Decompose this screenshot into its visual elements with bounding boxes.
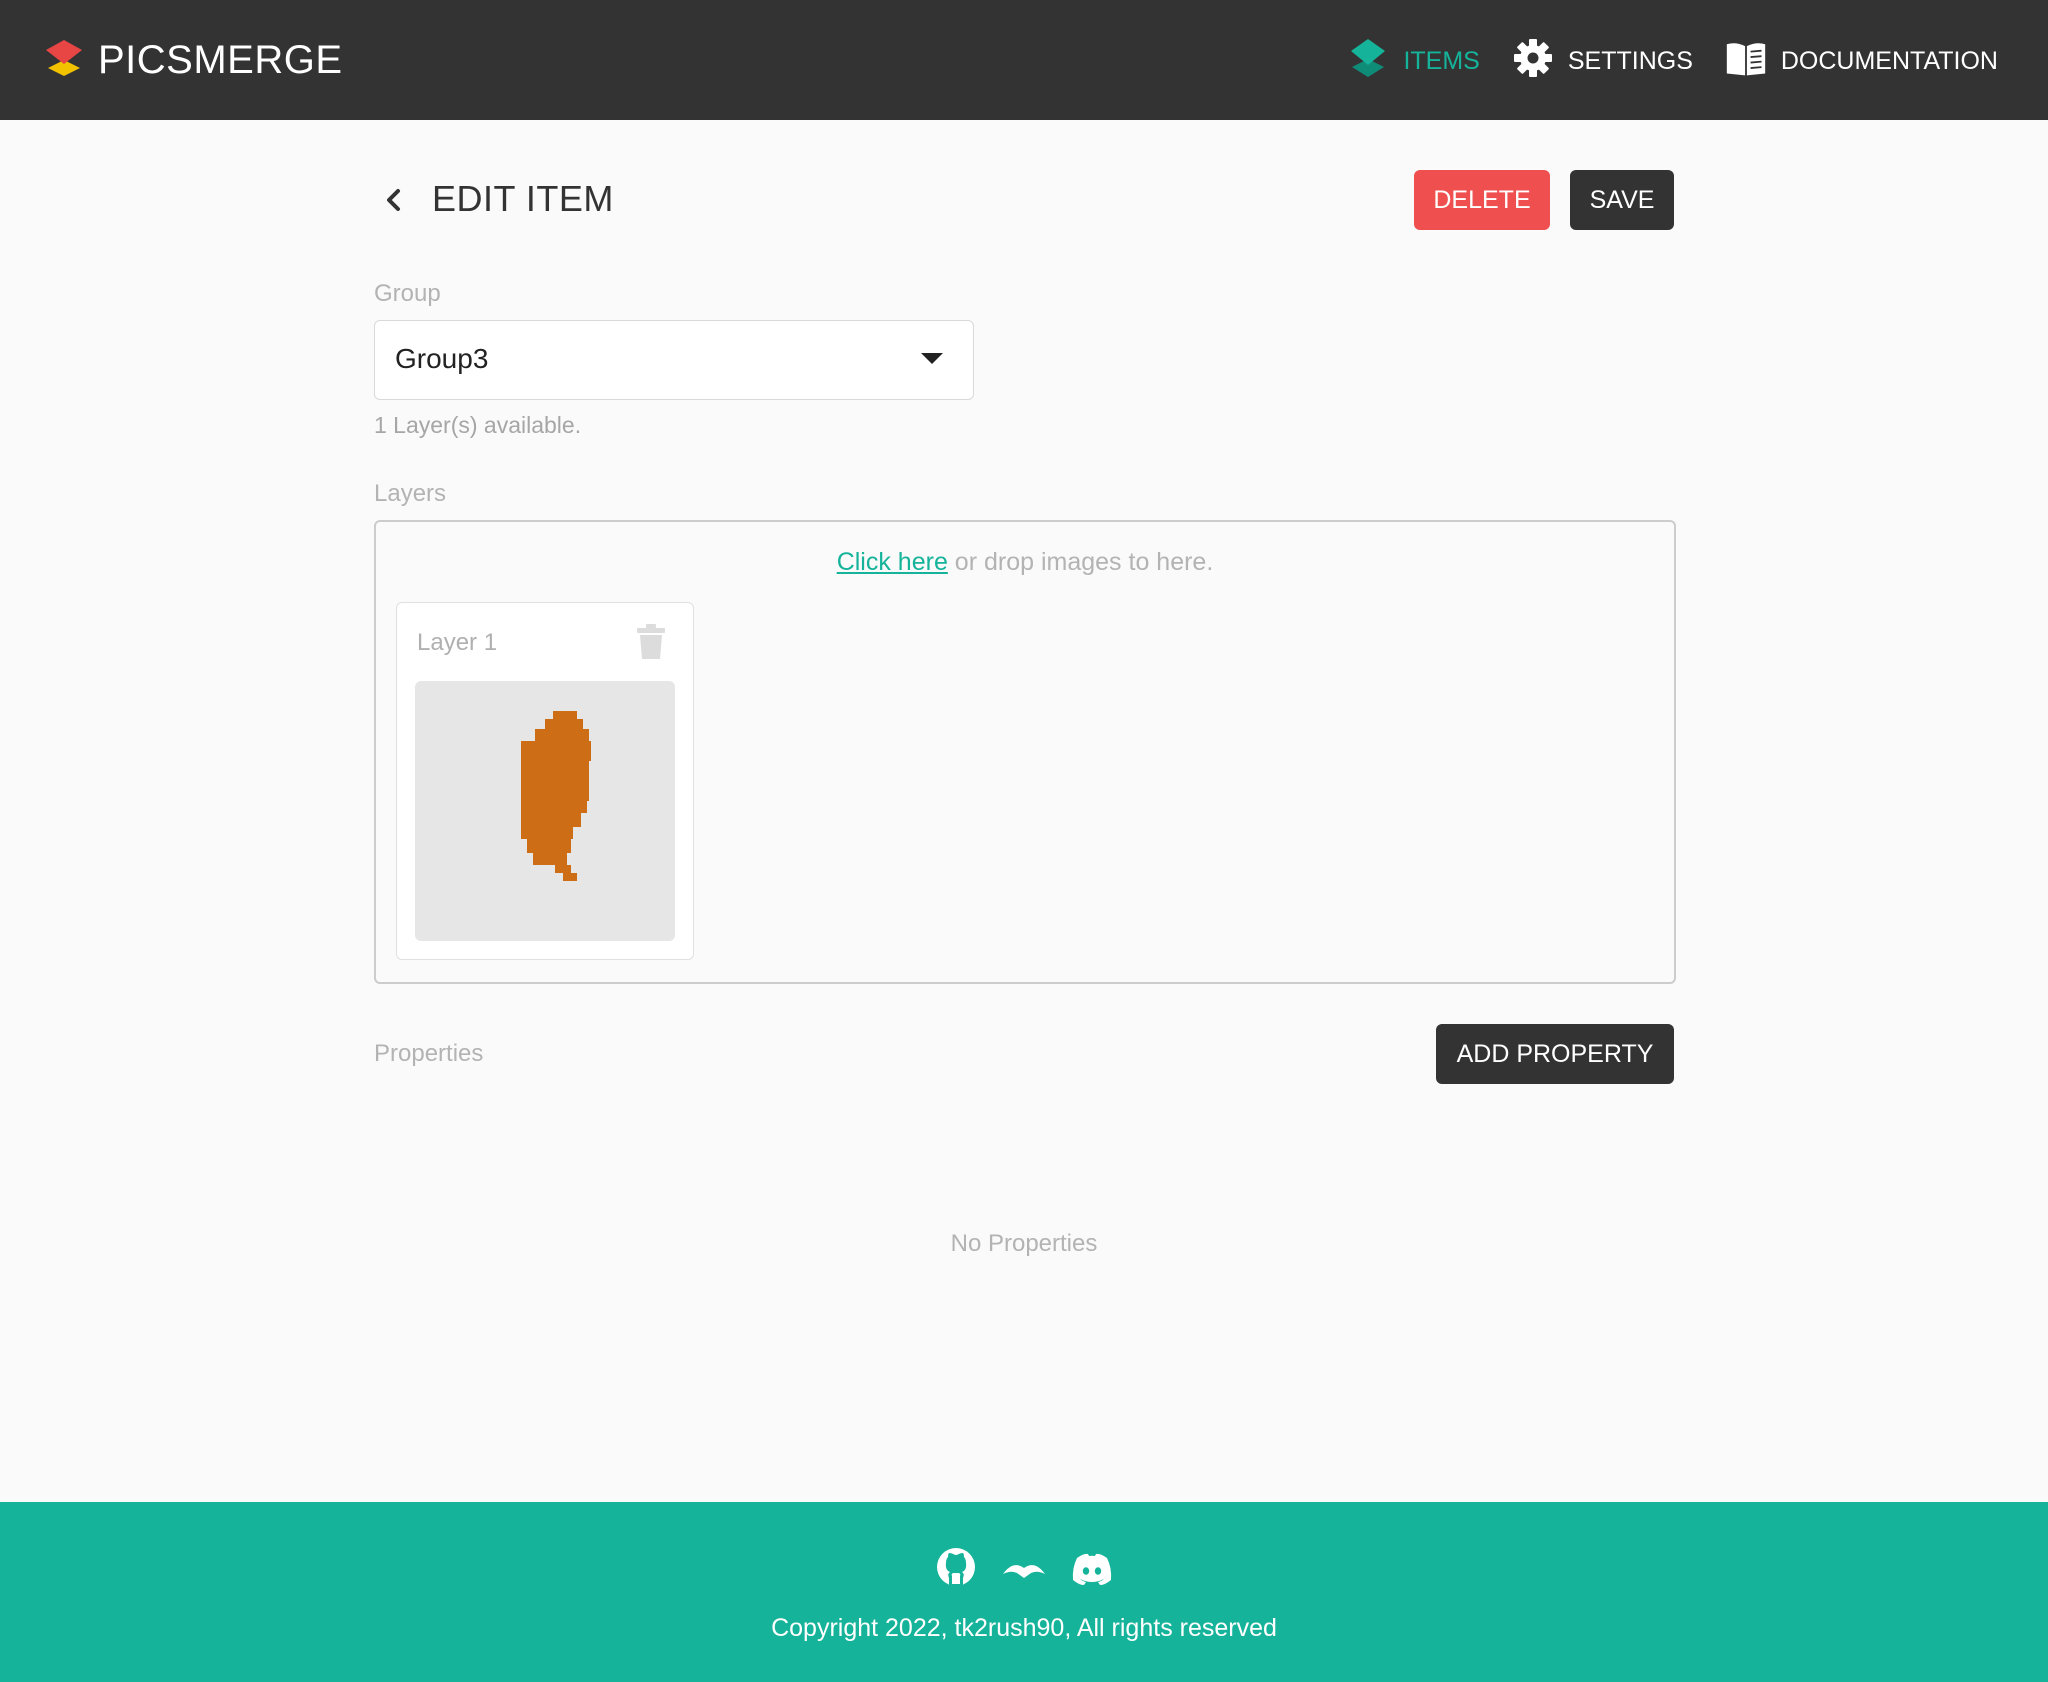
add-property-button[interactable]: ADD PROPERTY	[1436, 1024, 1674, 1084]
layers-available-hint: 1 Layer(s) available.	[374, 412, 582, 438]
layer-thumbnail	[415, 681, 675, 941]
main-nav: ITEMS SETTINGS DOCUMENTATION	[1347, 36, 1998, 86]
gear-icon	[1512, 37, 1554, 86]
layer-name: Layer 1	[417, 629, 498, 656]
brand-logo-icon	[44, 36, 84, 85]
nav-item-documentation[interactable]: DOCUMENTATION	[1725, 37, 1998, 86]
layers-dropzone[interactable]: Click here or drop images to here. Layer…	[374, 520, 1676, 984]
social-links	[0, 1546, 2048, 1592]
group-select-value: Group3	[395, 343, 489, 374]
footer: Copyright 2022, tk2rush90, All rights re…	[0, 1502, 2048, 1682]
properties-label: Properties	[374, 1040, 484, 1067]
group-label: Group	[374, 280, 441, 307]
layers-label: Layers	[374, 480, 447, 507]
no-properties-text: No Properties	[950, 1230, 1098, 1257]
opensea-icon[interactable]	[1001, 1546, 1047, 1592]
layer-card[interactable]: Layer 1	[396, 602, 694, 960]
page-header: EDIT ITEM DELETE SAVE	[374, 170, 1674, 230]
brand[interactable]: PICSMERGE	[44, 36, 343, 84]
brand-name: PICSMERGE	[98, 37, 343, 82]
top-navbar: PICSMERGE ITEMS SETTINGS DOCUMENTATION	[0, 0, 2048, 120]
trash-icon[interactable]	[635, 623, 667, 661]
chevron-left-icon	[374, 189, 414, 224]
book-icon	[1725, 37, 1767, 86]
layers-icon	[1347, 37, 1389, 86]
discord-icon[interactable]	[1069, 1546, 1115, 1592]
dropzone-instructions: Click here or drop images to here.	[376, 548, 1674, 577]
leaf-image	[521, 711, 591, 881]
nav-label-items: ITEMS	[1403, 46, 1480, 75]
nav-item-settings[interactable]: SETTINGS	[1512, 37, 1693, 86]
page-title: EDIT ITEM	[432, 178, 614, 219]
nav-label-documentation: DOCUMENTATION	[1780, 46, 1998, 75]
group-select[interactable]: Group3	[374, 320, 974, 400]
upload-link[interactable]: Click here	[837, 548, 948, 576]
dropzone-text: or drop images to here.	[947, 548, 1214, 576]
caret-down-icon	[921, 353, 943, 364]
delete-button[interactable]: DELETE	[1414, 170, 1550, 230]
back-button[interactable]	[374, 180, 418, 220]
nav-item-items[interactable]: ITEMS	[1347, 37, 1480, 86]
save-button[interactable]: SAVE	[1570, 170, 1674, 230]
nav-label-settings: SETTINGS	[1567, 46, 1693, 75]
copyright-text: Copyright 2022, tk2rush90, All rights re…	[771, 1614, 1277, 1642]
github-icon[interactable]	[933, 1546, 979, 1592]
